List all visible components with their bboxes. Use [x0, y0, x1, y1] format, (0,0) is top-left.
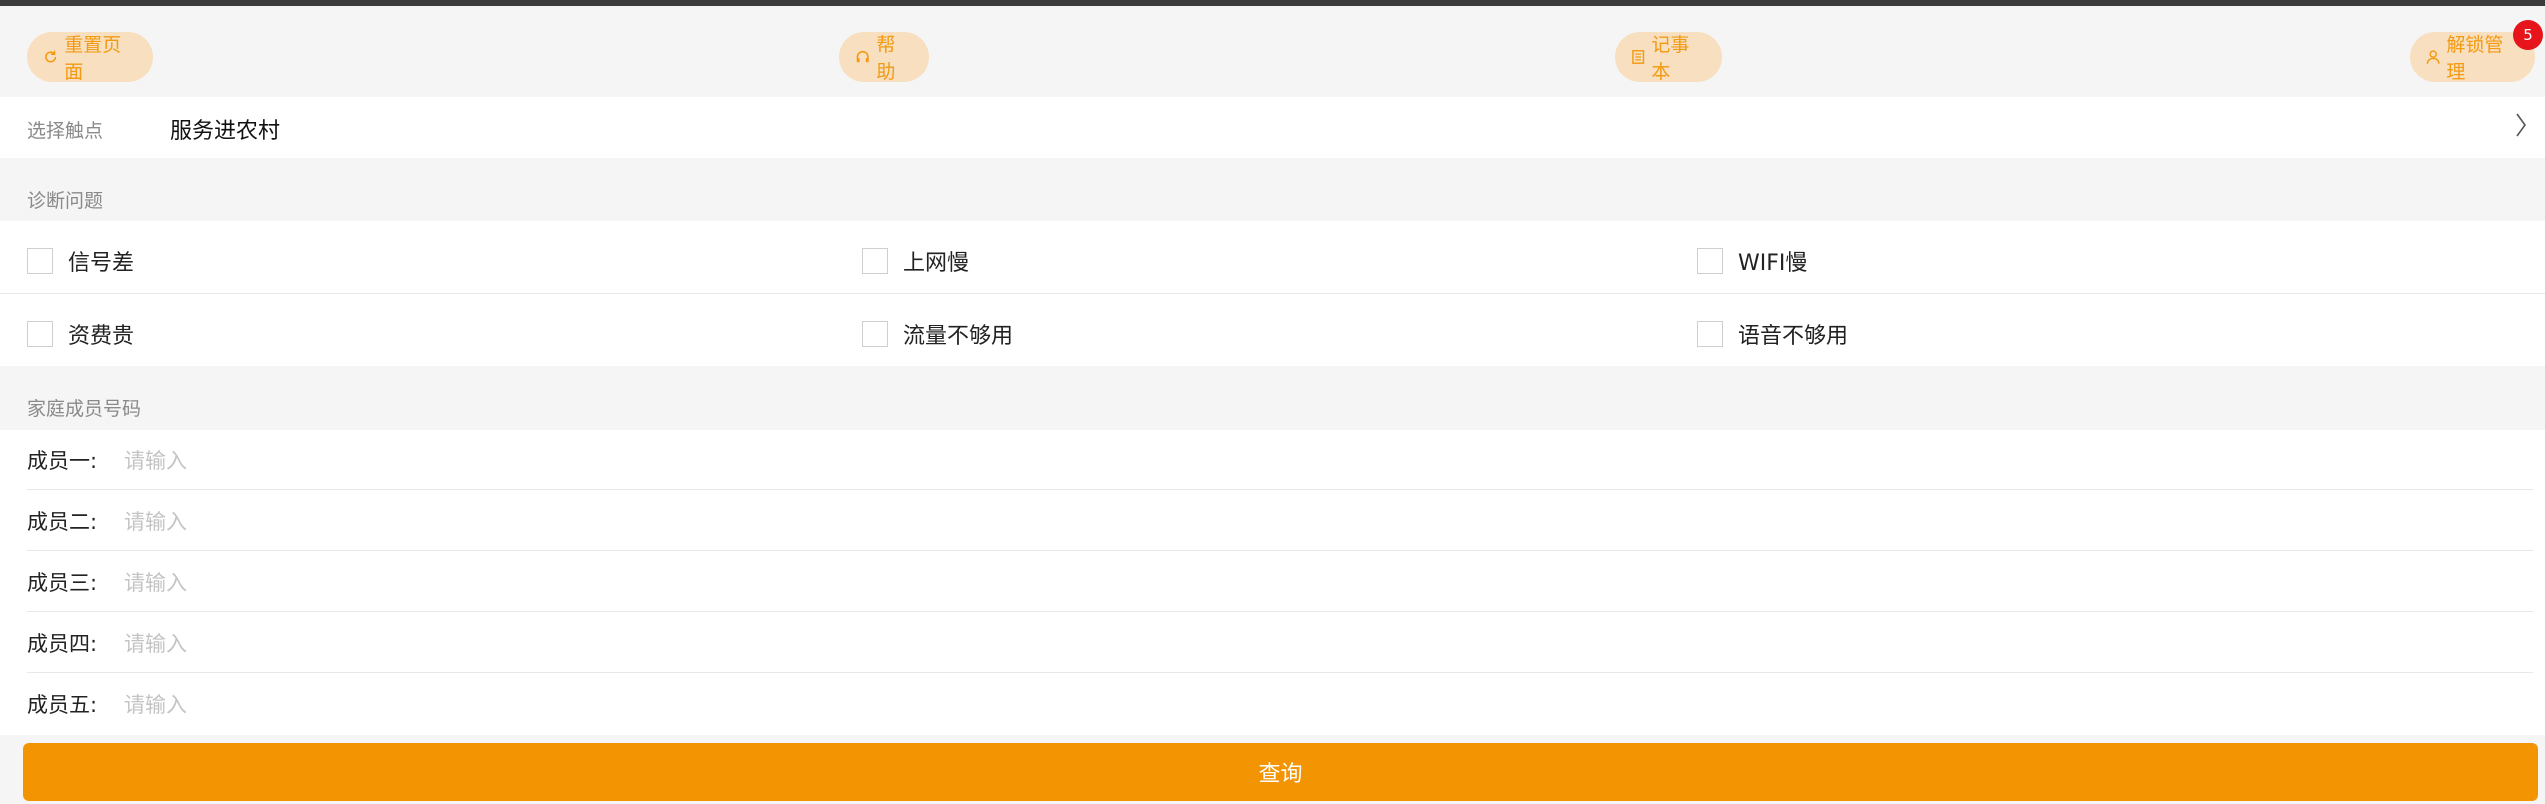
family-members-form: 成员一: 成员二: 成员三: 成员四: 成员五: [0, 430, 2545, 735]
notification-badge: 5 [2513, 20, 2543, 50]
top-bar [0, 0, 2545, 6]
divider [27, 550, 2533, 551]
member-5-input[interactable] [122, 684, 2506, 726]
checkbox-voice-insufficient[interactable]: 语音不够用 [1697, 318, 1848, 350]
refresh-icon [45, 50, 57, 63]
checkbox-box[interactable] [862, 248, 888, 274]
checkbox-label: 语音不够用 [1738, 324, 1849, 349]
family-title: 家庭成员号码 [27, 398, 142, 420]
divider [27, 672, 2533, 673]
checkbox-wifi-slow[interactable]: WIFI慢 [1697, 245, 1807, 277]
notepad-label: 记事本 [1651, 34, 1690, 83]
touchpoint-selector[interactable]: 选择触点 服务进农村 [0, 97, 2545, 158]
member-row-3: 成员三: [0, 552, 2545, 612]
member-row-5: 成员五: [0, 674, 2545, 734]
member-label: 成员四: [27, 632, 98, 656]
checkbox-box[interactable] [1697, 248, 1723, 274]
diagnosis-title: 诊断问题 [27, 190, 104, 212]
checkbox-data-insufficient[interactable]: 流量不够用 [862, 318, 1013, 350]
member-row-2: 成员二: [0, 491, 2545, 551]
member-4-input[interactable] [122, 623, 2506, 665]
chevron-right-icon [2516, 113, 2526, 137]
member-label: 成员五: [27, 693, 98, 717]
help-label: 帮助 [876, 34, 896, 83]
touchpoint-value: 服务进农村 [170, 119, 281, 144]
checkbox-label: 上网慢 [903, 251, 970, 276]
toolbar: 重置页面 帮助 记事本 解锁管理 5 [0, 20, 2545, 83]
checkbox-box[interactable] [27, 321, 53, 347]
member-row-4: 成员四: [0, 613, 2545, 673]
checkbox-label: 信号差 [68, 251, 135, 276]
touchpoint-label: 选择触点 [27, 120, 104, 142]
unlock-manage-label: 解锁管理 [2446, 34, 2504, 83]
checkbox-signal-poor[interactable]: 信号差 [27, 245, 134, 277]
divider [27, 489, 2533, 490]
member-3-input[interactable] [122, 562, 2506, 604]
member-1-input[interactable] [122, 440, 2506, 482]
query-button[interactable]: 查询 [23, 743, 2538, 801]
user-icon [2426, 50, 2440, 64]
notepad-icon [1632, 50, 1645, 64]
reset-page-button[interactable]: 重置页面 [27, 32, 153, 83]
reset-page-label: 重置页面 [64, 34, 122, 83]
member-2-input[interactable] [122, 501, 2506, 543]
unlock-manage-button[interactable]: 解锁管理 5 [2410, 20, 2543, 83]
notepad-button[interactable]: 记事本 [1615, 32, 1722, 83]
member-label: 成员三: [27, 571, 98, 595]
checkbox-label: 资费贵 [68, 324, 135, 349]
diagnosis-row: 信号差 上网慢 WIFI慢 [0, 221, 2545, 294]
checkbox-label: 流量不够用 [903, 324, 1014, 349]
headset-icon [856, 51, 869, 63]
divider [27, 611, 2533, 612]
diagnosis-options: 信号差 上网慢 WIFI慢 资费贵 流量不够用 语音不够用 [0, 221, 2545, 366]
member-label: 成员二: [27, 510, 98, 534]
diagnosis-row: 资费贵 流量不够用 语音不够用 [0, 294, 2545, 366]
checkbox-box[interactable] [1697, 321, 1723, 347]
checkbox-label: WIFI慢 [1738, 251, 1808, 276]
checkbox-box[interactable] [862, 321, 888, 347]
checkbox-internet-slow[interactable]: 上网慢 [862, 245, 969, 277]
help-button[interactable]: 帮助 [839, 32, 929, 83]
member-label: 成员一: [27, 449, 98, 473]
member-row-1: 成员一: [0, 430, 2545, 490]
checkbox-box[interactable] [27, 248, 53, 274]
checkbox-fees-high[interactable]: 资费贵 [27, 318, 134, 350]
